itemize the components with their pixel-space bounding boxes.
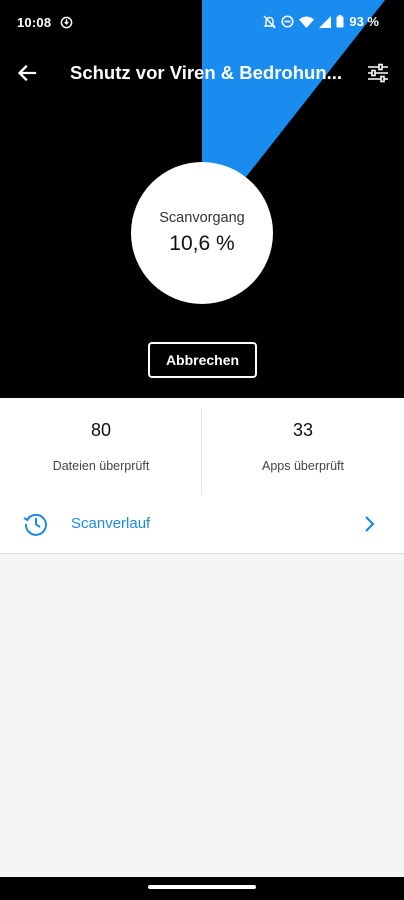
files-checked-count: 80	[90, 420, 112, 440]
back-button[interactable]	[12, 58, 42, 88]
scan-history-label: Scanverlauf	[71, 515, 151, 532]
status-icons: 93 %	[263, 14, 379, 29]
history-clock-icon	[23, 513, 47, 536]
apps-checked-count: 33	[292, 420, 314, 440]
content-area	[0, 555, 404, 877]
arrow-back-icon	[17, 64, 37, 82]
scan-settings-button[interactable]	[363, 58, 393, 88]
apps-checked-stat: 33 Apps überprüft	[202, 398, 404, 494]
home-indicator[interactable]	[148, 885, 256, 889]
vpn-icon	[60, 16, 73, 29]
signal-icon	[319, 15, 332, 28]
navigation-bar	[0, 877, 404, 900]
status-bar: 10:08 93 %	[0, 0, 404, 44]
wifi-icon	[299, 16, 315, 28]
notifications-off-icon	[263, 15, 277, 28]
page-title: Schutz vor Viren & Bedrohun...	[70, 62, 343, 83]
scan-hero: 10:08 93 % Schutz vor Viren & Bedrohun..…	[0, 0, 404, 398]
do-not-disturb-icon	[281, 15, 294, 28]
app-bar: Schutz vor Viren & Bedrohun...	[0, 50, 404, 96]
sliders-icon	[368, 63, 388, 83]
apps-checked-label: Apps überprüft	[262, 459, 344, 473]
scan-history-row[interactable]: Scanverlauf	[0, 494, 404, 554]
scan-stats: 80 Dateien überprüft 33 Apps überprüft	[0, 398, 404, 494]
cancel-button[interactable]: Abbrechen	[148, 342, 257, 378]
files-checked-stat: 80 Dateien überprüft	[0, 398, 202, 494]
scan-status-label: Scanvorgang	[159, 210, 245, 226]
status-time: 10:08	[17, 15, 52, 30]
battery-icon	[336, 15, 344, 28]
scan-progress-circle: Scanvorgang 10,6 %	[131, 162, 273, 304]
scan-progress-value: 10,6 %	[169, 232, 235, 255]
files-checked-label: Dateien überprüft	[52, 459, 150, 473]
battery-percentage: 93 %	[349, 14, 379, 29]
chevron-right-icon	[365, 516, 375, 532]
